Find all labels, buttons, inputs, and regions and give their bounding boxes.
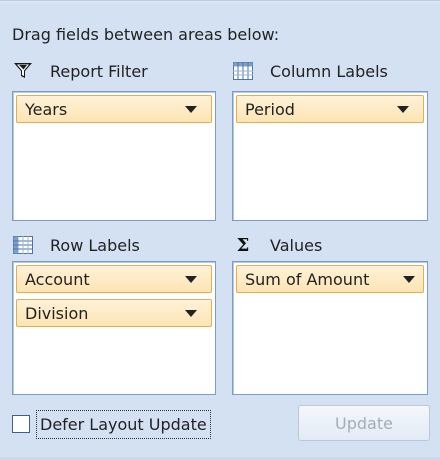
dropdown-arrow-icon[interactable] — [185, 106, 197, 113]
filter-funnel-icon — [12, 61, 34, 81]
row-grid-icon — [12, 235, 34, 255]
defer-layout-checkbox[interactable] — [12, 415, 30, 433]
dropdown-arrow-icon[interactable] — [403, 276, 415, 283]
defer-layout-row: Defer Layout Update — [12, 407, 211, 441]
column-labels-label: Column Labels — [270, 61, 388, 81]
update-button[interactable]: Update — [298, 405, 430, 441]
field-account[interactable]: Account — [16, 265, 212, 293]
column-grid-icon — [232, 61, 254, 81]
values-header: Σ Values — [232, 233, 323, 257]
defer-layout-label[interactable]: Defer Layout Update — [36, 409, 211, 439]
field-division[interactable]: Division — [16, 299, 212, 327]
dropdown-arrow-icon[interactable] — [185, 276, 197, 283]
report-filter-dropzone[interactable]: Years — [12, 91, 216, 221]
report-filter-header: Report Filter — [12, 59, 148, 83]
field-years[interactable]: Years — [16, 95, 212, 123]
row-labels-dropzone[interactable]: Account Division — [12, 261, 216, 395]
panel-body: Drag fields between areas below: Report … — [0, 3, 440, 459]
drag-instructions: Drag fields between areas below: — [12, 25, 280, 44]
field-sum-of-amount[interactable]: Sum of Amount — [236, 265, 424, 293]
report-filter-label: Report Filter — [50, 61, 148, 81]
column-labels-dropzone[interactable]: Period — [232, 91, 428, 221]
column-labels-header: Column Labels — [232, 59, 388, 83]
field-label: Years — [25, 99, 68, 119]
field-label: Division — [25, 303, 89, 323]
values-label: Values — [270, 235, 323, 255]
dropdown-arrow-icon[interactable] — [185, 310, 197, 317]
field-label: Account — [25, 269, 90, 289]
row-labels-label: Row Labels — [50, 235, 140, 255]
row-labels-header: Row Labels — [12, 233, 140, 257]
field-label: Sum of Amount — [245, 269, 370, 289]
field-period[interactable]: Period — [236, 95, 424, 123]
field-label: Period — [245, 99, 295, 119]
sigma-icon: Σ — [236, 234, 250, 256]
values-dropzone[interactable]: Sum of Amount — [232, 261, 428, 395]
dropdown-arrow-icon[interactable] — [397, 106, 409, 113]
pivot-field-list-panel: Drag fields between areas below: Report … — [0, 0, 440, 460]
